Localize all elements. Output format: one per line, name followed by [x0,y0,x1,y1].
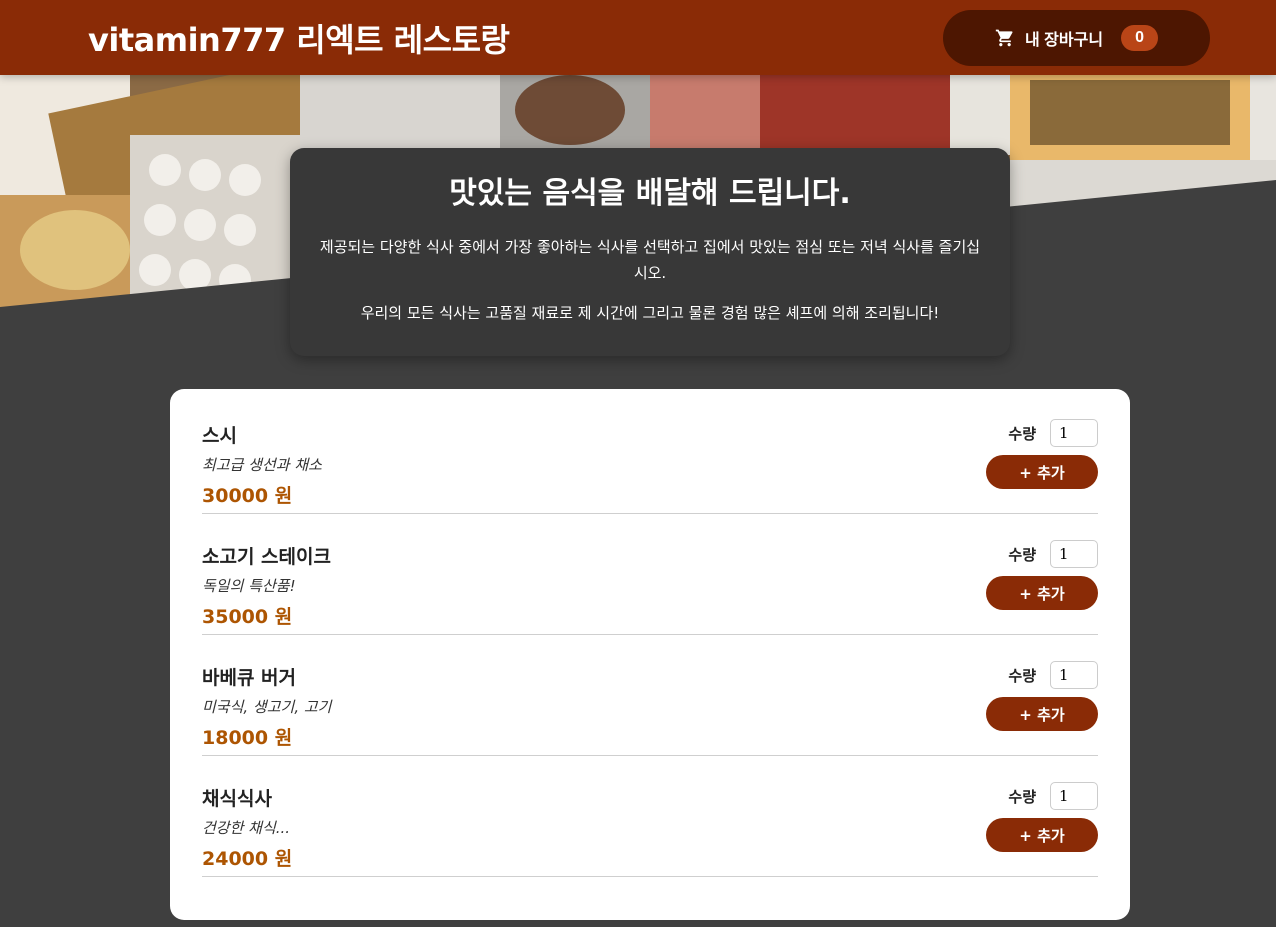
summary-card: 맛있는 음식을 배달해 드립니다. 제공되는 다양한 식사 중에서 가장 좋아하… [290,148,1010,356]
summary-heading: 맛있는 음식을 배달해 드립니다. [449,176,851,211]
meal-item: 바베큐 버거 미국식, 생고기, 고기 18000 원 수량 + 추가 [202,635,1098,756]
amount-label: 수량 [1008,545,1036,564]
amount-row: 수량 [1008,419,1098,447]
meal-item: 스시 최고급 생선과 채소 30000 원 수량 + 추가 [202,393,1098,514]
amount-row: 수량 [1008,782,1098,810]
meal-form: 수량 + 추가 [986,540,1098,610]
add-button[interactable]: + 추가 [986,697,1098,731]
amount-label: 수량 [1008,787,1036,806]
meal-name: 소고기 스테이크 [202,546,331,568]
meal-info: 바베큐 버거 미국식, 생고기, 고기 18000 원 [202,663,331,750]
meal-form: 수량 + 추가 [986,661,1098,731]
amount-row: 수량 [1008,661,1098,689]
cart-icon [995,28,1015,48]
meal-form: 수량 + 추가 [986,419,1098,489]
cart-label: 내 장바구니 [1025,31,1104,49]
meal-price: 30000 원 [202,485,293,507]
add-button[interactable]: + 추가 [986,818,1098,852]
meal-description: 독일의 특산품! [202,577,296,595]
amount-input[interactable] [1050,782,1098,810]
meal-info: 스시 최고급 생선과 채소 30000 원 [202,421,322,508]
meal-name: 바베큐 버거 [202,667,297,689]
meal-description: 최고급 생선과 채소 [202,456,322,474]
cart-button[interactable]: 내 장바구니 0 [943,9,1210,66]
meal-item: 채식식사 건강한 채식... 24000 원 수량 + 추가 [202,756,1098,877]
meal-info: 채식식사 건강한 채식... 24000 원 [202,784,292,871]
amount-input[interactable] [1050,540,1098,568]
meal-description: 미국식, 생고기, 고기 [202,698,332,716]
summary-paragraph: 우리의 모든 식사는 고품질 재료로 제 시간에 그리고 물론 경험 많은 셰프… [360,304,940,322]
meal-price: 35000 원 [202,606,293,628]
meal-price: 18000 원 [202,727,293,749]
amount-label: 수량 [1008,424,1036,443]
meal-description: 건강한 채식... [202,819,291,837]
app-header: vitamin777 리엑트 레스토랑 내 장바구니 0 [0,0,1276,75]
meal-name: 채식식사 [202,788,272,810]
meal-form: 수량 + 추가 [986,782,1098,852]
meal-price: 24000 원 [202,848,293,870]
amount-label: 수량 [1008,666,1036,685]
meal-info: 소고기 스테이크 독일의 특산품! 35000 원 [202,542,331,629]
add-button[interactable]: + 추가 [986,576,1098,610]
summary-paragraph: 제공되는 다양한 식사 중에서 가장 좋아하는 식사를 선택하고 집에서 맛있는… [319,238,981,282]
meal-item: 소고기 스테이크 독일의 특산품! 35000 원 수량 + 추가 [202,514,1098,635]
meal-name: 스시 [202,425,237,447]
amount-input[interactable] [1050,419,1098,447]
amount-row: 수량 [1008,540,1098,568]
add-button[interactable]: + 추가 [986,455,1098,489]
meals-list: 스시 최고급 생선과 채소 30000 원 수량 + 추가 소고기 스테이크 독… [170,389,1130,920]
amount-input[interactable] [1050,661,1098,689]
app-title: vitamin777 리엑트 레스토랑 [88,20,510,59]
cart-count-badge: 0 [1121,24,1158,51]
